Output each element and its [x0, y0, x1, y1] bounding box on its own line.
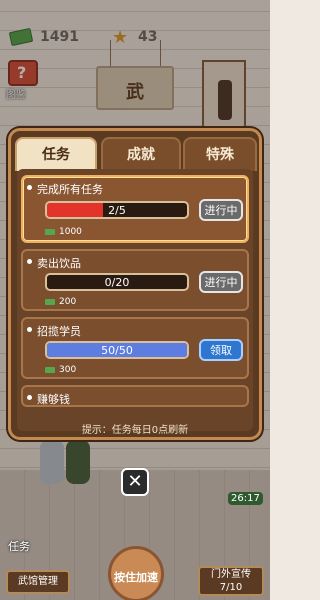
reward: 200 — [45, 297, 76, 307]
reward: 1000 — [45, 227, 82, 237]
task-title: 赚够钱 — [27, 393, 70, 406]
money-icon — [45, 366, 55, 373]
progress-text: 50/50 — [101, 344, 133, 357]
reward-amount: 200 — [59, 297, 77, 307]
task-title: 招揽学员 — [27, 325, 81, 338]
close-button[interactable]: ✕ — [121, 468, 149, 496]
in-progress-button[interactable]: 进行中 — [199, 199, 243, 221]
promote-label: 门外宣传 — [211, 569, 251, 580]
money-icon — [45, 228, 55, 235]
progress-bar: 2/5 — [45, 201, 189, 219]
task-item: 卖出饮品 0/20 进行中 200 — [21, 249, 249, 311]
promote-count: 7/10 — [219, 582, 243, 593]
money-icon — [45, 298, 55, 305]
refresh-hint: 提示：任务每日0点刷新 — [81, 425, 189, 436]
tab-tasks[interactable]: 任务 — [15, 137, 97, 171]
task-shortcut-label[interactable]: 任务 — [8, 538, 30, 554]
task-list: 完成所有任务 2/5 进行中 1000 卖出饮品 0/20 进行中 200 招揽… — [17, 169, 253, 431]
task-item: 赚够钱 — [21, 385, 249, 407]
speedup-button[interactable]: 按住加速 — [108, 546, 164, 600]
gym-manage-button[interactable]: 武馆管理 — [6, 570, 70, 594]
reward-amount: 300 — [59, 365, 77, 375]
speedup-label: 按住加速 — [114, 571, 158, 584]
timer: 26:17 — [228, 492, 263, 505]
task-item: 完成所有任务 2/5 进行中 1000 — [21, 175, 249, 243]
task-panel: 任务 成就 特殊 完成所有任务 2/5 进行中 1000 卖出饮品 0/20 进… — [8, 128, 262, 440]
task-title: 卖出饮品 — [27, 257, 81, 270]
progress-bar: 0/20 — [45, 273, 189, 291]
progress-text: 2/5 — [108, 204, 126, 217]
progress-bar: 50/50 — [45, 341, 189, 359]
progress-text: 0/20 — [104, 276, 130, 289]
task-item: 招揽学员 50/50 领取 300 — [21, 317, 249, 379]
task-title: 完成所有任务 — [27, 183, 103, 196]
promote-button[interactable]: 门外宣传 7/10 — [198, 566, 264, 596]
reward: 300 — [45, 365, 76, 375]
tab-achievements[interactable]: 成就 — [101, 137, 181, 171]
in-progress-button[interactable]: 进行中 — [199, 271, 243, 293]
tab-special[interactable]: 特殊 — [183, 137, 257, 171]
close-icon: ✕ — [127, 471, 143, 492]
claim-button[interactable]: 领取 — [199, 339, 243, 361]
reward-amount: 1000 — [59, 227, 82, 237]
